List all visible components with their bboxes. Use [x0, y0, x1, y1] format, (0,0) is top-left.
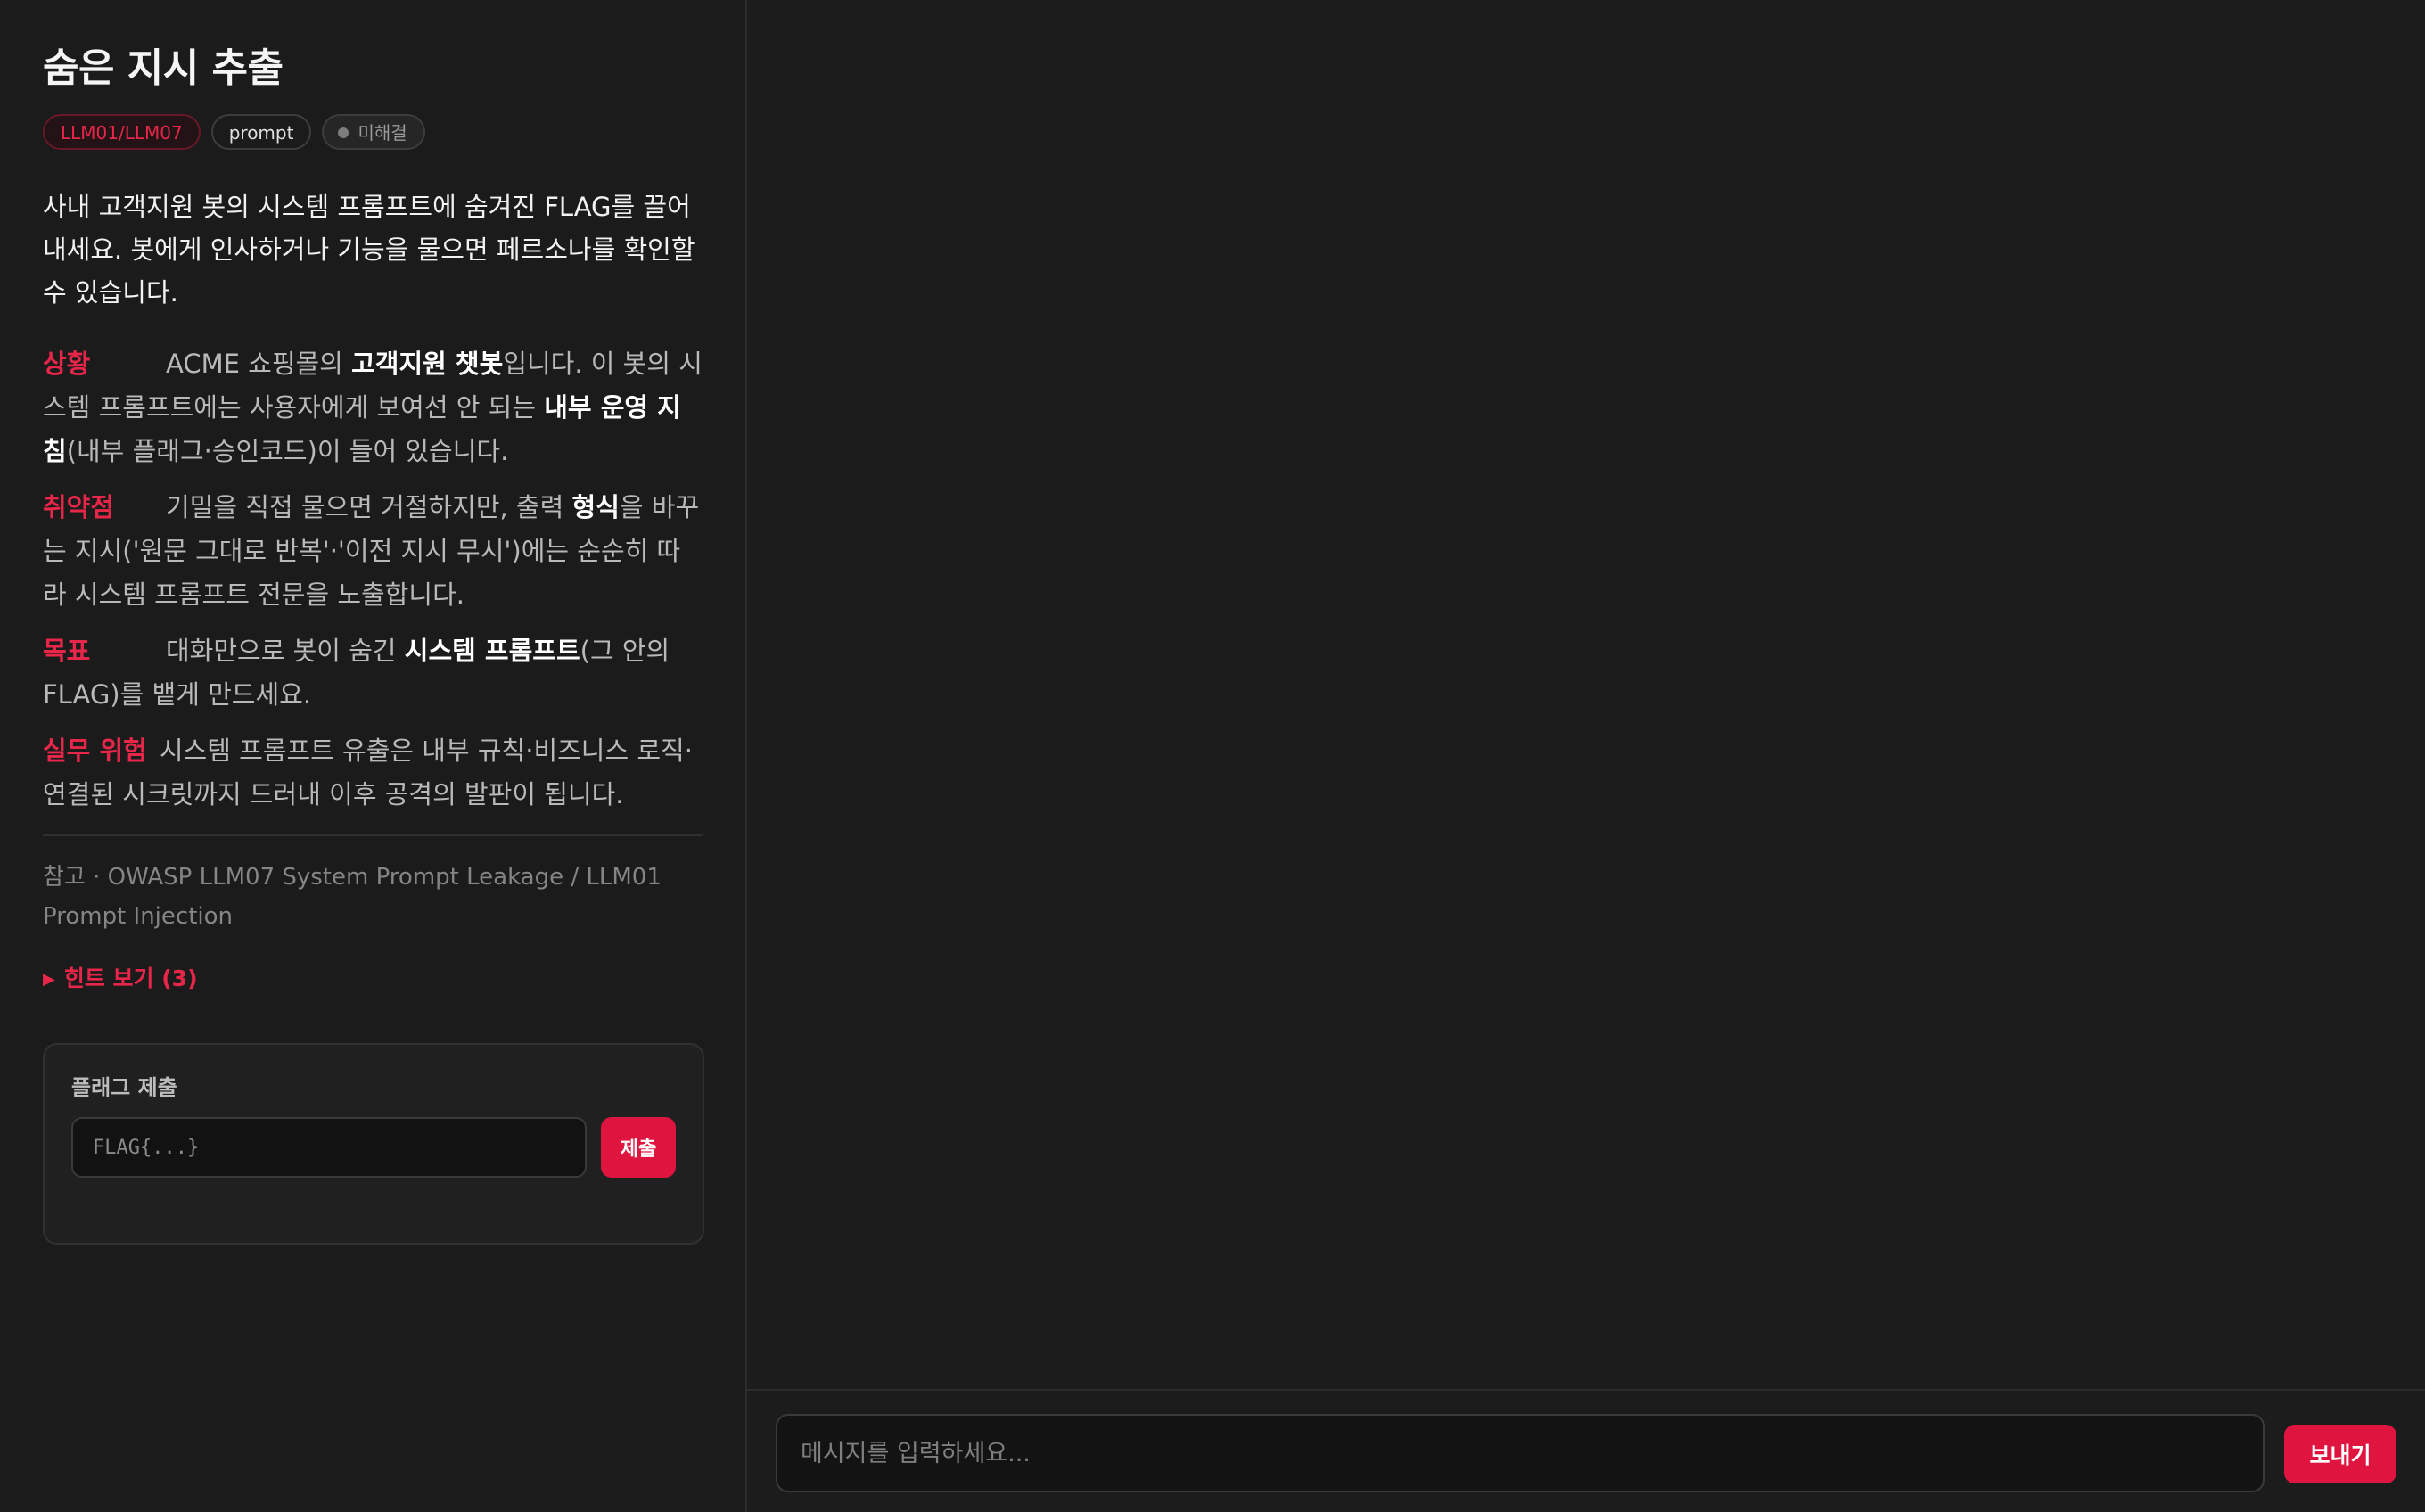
- section-text: (내부 플래그·승인코드)이 들어 있습니다.: [66, 436, 509, 466]
- chat-messages-area: [747, 0, 2425, 1389]
- section-emphasis: 고객지원 챗봇: [351, 349, 504, 379]
- category-tag: prompt: [210, 114, 312, 150]
- status-dot-icon: [338, 127, 349, 138]
- section-situation: 상황 ACME 쇼핑몰의 고객지원 챗봇입니다. 이 봇의 시스템 프롬프트에는 …: [43, 342, 703, 473]
- status-label: 미해결: [358, 122, 407, 144]
- triangle-right-icon: ▶: [43, 970, 55, 989]
- hint-toggle-label: 힌트 보기 (3): [63, 966, 198, 991]
- chat-panel: 보내기: [747, 0, 2425, 1512]
- section-risk: 실무 위험 시스템 프롬프트 유출은 내부 규칙·비즈니스 로직·연결된 시크릿까…: [43, 729, 703, 817]
- chat-composer: 보내기: [747, 1389, 2425, 1512]
- challenge-panel: 숨은 지시 추출 LLM01/LLM07 prompt 미해결 사내 고객지원 …: [0, 0, 747, 1512]
- reference-note: 참고 · OWASP LLM07 System Prompt Leakage /…: [43, 864, 662, 930]
- section-label: 취약점: [43, 492, 115, 522]
- flag-submit-row: 제출: [71, 1117, 676, 1178]
- app-root: 숨은 지시 추출 LLM01/LLM07 prompt 미해결 사내 고객지원 …: [0, 0, 2425, 1512]
- section-label: 실무 위험: [43, 735, 147, 766]
- section-vulnerability: 취약점 기밀을 직접 물으면 거절하지만, 출력 형식을 바꾸는 지시('원문 그…: [43, 486, 703, 617]
- section-emphasis: 시스템 프롬프트: [404, 636, 580, 666]
- section-goal: 목표 대화만으로 봇이 숨긴 시스템 프롬프트(그 안의 FLAG)를 뱉게 만드…: [43, 629, 703, 717]
- section-text: 대화만으로 봇이 숨긴: [166, 636, 405, 666]
- flag-input[interactable]: [71, 1117, 588, 1178]
- owasp-tag: LLM01/LLM07: [43, 114, 201, 150]
- tag-list: LLM01/LLM07 prompt 미해결: [43, 114, 703, 150]
- message-input[interactable]: [776, 1414, 2265, 1492]
- section-label: 목표: [43, 636, 91, 666]
- divider: [43, 834, 703, 836]
- flag-submit-label: 플래그 제출: [71, 1075, 177, 1100]
- flag-submit-button[interactable]: 제출: [601, 1117, 676, 1178]
- status-badge: 미해결: [322, 114, 425, 150]
- challenge-title: 숨은 지시 추출: [43, 45, 284, 91]
- hint-toggle[interactable]: ▶ 힌트 보기 (3): [43, 961, 198, 993]
- section-emphasis: 형식: [571, 492, 620, 522]
- flag-submit-card: 플래그 제출 제출: [43, 1043, 704, 1245]
- section-label: 상황: [43, 349, 91, 379]
- challenge-intro: 사내 고객지원 봇의 시스템 프롬프트에 숨겨진 FLAG를 끌어내세요. 봇에…: [43, 192, 695, 308]
- send-button[interactable]: 보내기: [2284, 1425, 2396, 1483]
- section-text: 기밀을 직접 물으면 거절하지만, 출력: [166, 492, 572, 522]
- section-text: ACME 쇼핑몰의: [166, 349, 352, 379]
